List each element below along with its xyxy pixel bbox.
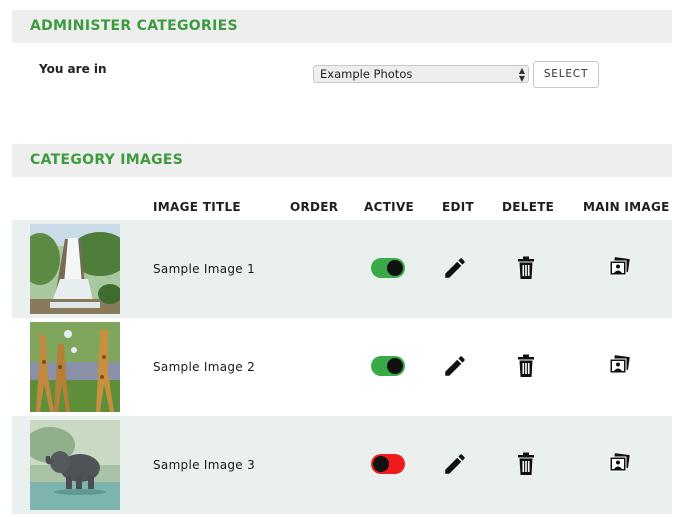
select-button[interactable]: SELECT: [533, 61, 599, 88]
photos-icon[interactable]: [609, 453, 631, 477]
column-header-main-image: MAIN IMAGE: [583, 200, 670, 214]
category-select-value: Example Photos: [320, 67, 413, 81]
column-header-edit: EDIT: [442, 200, 475, 214]
select-arrows-icon: ▲ ▼: [518, 66, 525, 83]
trash-icon[interactable]: [517, 256, 535, 284]
table-row: Sample Image 2: [12, 318, 672, 416]
photos-icon[interactable]: [609, 257, 631, 281]
you-are-in-label: You are in: [39, 62, 107, 76]
table-row: Sample Image 1: [12, 220, 672, 318]
table-row: Sample Image 3: [12, 416, 672, 514]
active-toggle[interactable]: [371, 454, 405, 474]
administer-categories-header: ADMINISTER CATEGORIES: [12, 10, 672, 43]
column-header-delete: DELETE: [502, 200, 555, 214]
image-title: Sample Image 1: [153, 262, 256, 276]
image-thumbnail[interactable]: [30, 322, 120, 412]
toggle-knob: [373, 456, 389, 472]
pencil-icon[interactable]: [442, 255, 468, 285]
trash-icon[interactable]: [517, 452, 535, 480]
column-header-order: ORDER: [290, 200, 339, 214]
active-toggle[interactable]: [371, 258, 405, 278]
category-images-header: CATEGORY IMAGES: [12, 144, 672, 177]
column-header-active: ACTIVE: [364, 200, 415, 214]
trash-icon[interactable]: [517, 354, 535, 382]
toggle-knob: [387, 260, 403, 276]
active-toggle[interactable]: [371, 356, 405, 376]
image-title: Sample Image 3: [153, 458, 256, 472]
photos-icon[interactable]: [609, 355, 631, 379]
column-header-image-title: IMAGE TITLE: [153, 200, 241, 214]
category-select[interactable]: Example Photos ▲ ▼: [313, 65, 529, 83]
image-title: Sample Image 2: [153, 360, 256, 374]
pencil-icon[interactable]: [442, 451, 468, 481]
image-thumbnail[interactable]: [30, 224, 120, 314]
pencil-icon[interactable]: [442, 353, 468, 383]
toggle-knob: [387, 358, 403, 374]
image-thumbnail[interactable]: [30, 420, 120, 510]
